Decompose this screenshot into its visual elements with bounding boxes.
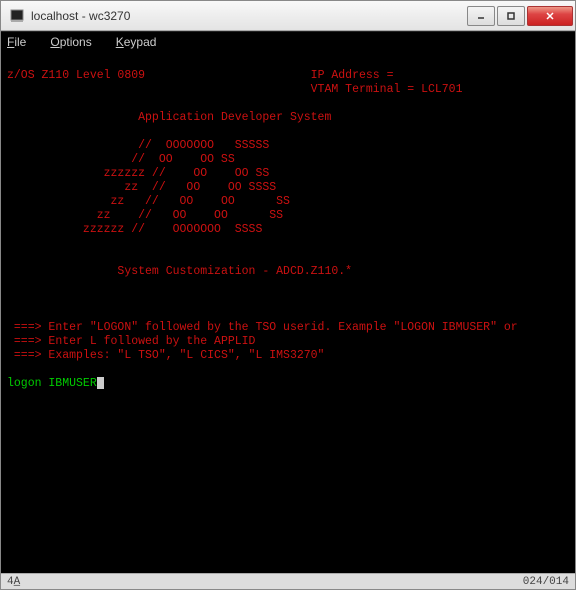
command-input[interactable]: logon IBMUSER — [7, 377, 97, 390]
ascii-art-line: // OOOOOOO SSSSS — [7, 139, 276, 152]
ascii-art-line: zzzzzz // OOOOOOO SSSS — [76, 223, 345, 236]
instruction-line: ===> Enter L followed by the APPLID — [14, 335, 256, 348]
instruction-line: ===> Examples: "L TSO", "L CICS", "L IMS… — [14, 349, 325, 362]
close-button[interactable] — [527, 6, 573, 26]
vtam-terminal: VTAM Terminal = LCL701 — [311, 83, 463, 96]
menu-file[interactable]: File — [7, 35, 26, 49]
subheading: System Customization - ADCD.Z110.* — [117, 265, 352, 278]
ip-address-label: IP Address = — [311, 69, 456, 82]
menu-keypad[interactable]: Keypad — [116, 35, 157, 49]
ascii-art-line: zz // OO OO SS — [76, 209, 345, 222]
os-level: z/OS Z110 Level 0809 — [7, 69, 145, 82]
statusbar: 4A̲ 024/014 — [1, 573, 575, 589]
heading: Application Developer System — [138, 111, 331, 124]
maximize-button[interactable] — [497, 6, 525, 26]
minimize-button[interactable] — [467, 6, 495, 26]
app-icon — [9, 8, 25, 24]
instruction-line: ===> Enter "LOGON" followed by the TSO u… — [14, 321, 518, 334]
status-left: 4A̲ — [7, 576, 523, 588]
window-buttons — [467, 6, 573, 26]
terminal-screen[interactable]: z/OS Z110 Level 0809 IP Address = VTAM T… — [1, 51, 575, 573]
text-cursor — [97, 377, 104, 389]
window-title: localhost - wc3270 — [31, 9, 467, 23]
ascii-art-line: // OO OO SS — [7, 153, 276, 166]
cursor-position: 024/014 — [523, 576, 569, 588]
ascii-art-line: zz // OO OO SS — [76, 195, 345, 208]
menubar: File Options Keypad — [1, 31, 575, 51]
app-window: localhost - wc3270 File Options Keypad z… — [0, 0, 576, 590]
ascii-art-line: zz // OO OO SSSS — [76, 181, 345, 194]
menu-options[interactable]: Options — [50, 35, 91, 49]
titlebar[interactable]: localhost - wc3270 — [1, 1, 575, 31]
ascii-art-line: zzzzzz // OO OO SS — [76, 167, 345, 180]
